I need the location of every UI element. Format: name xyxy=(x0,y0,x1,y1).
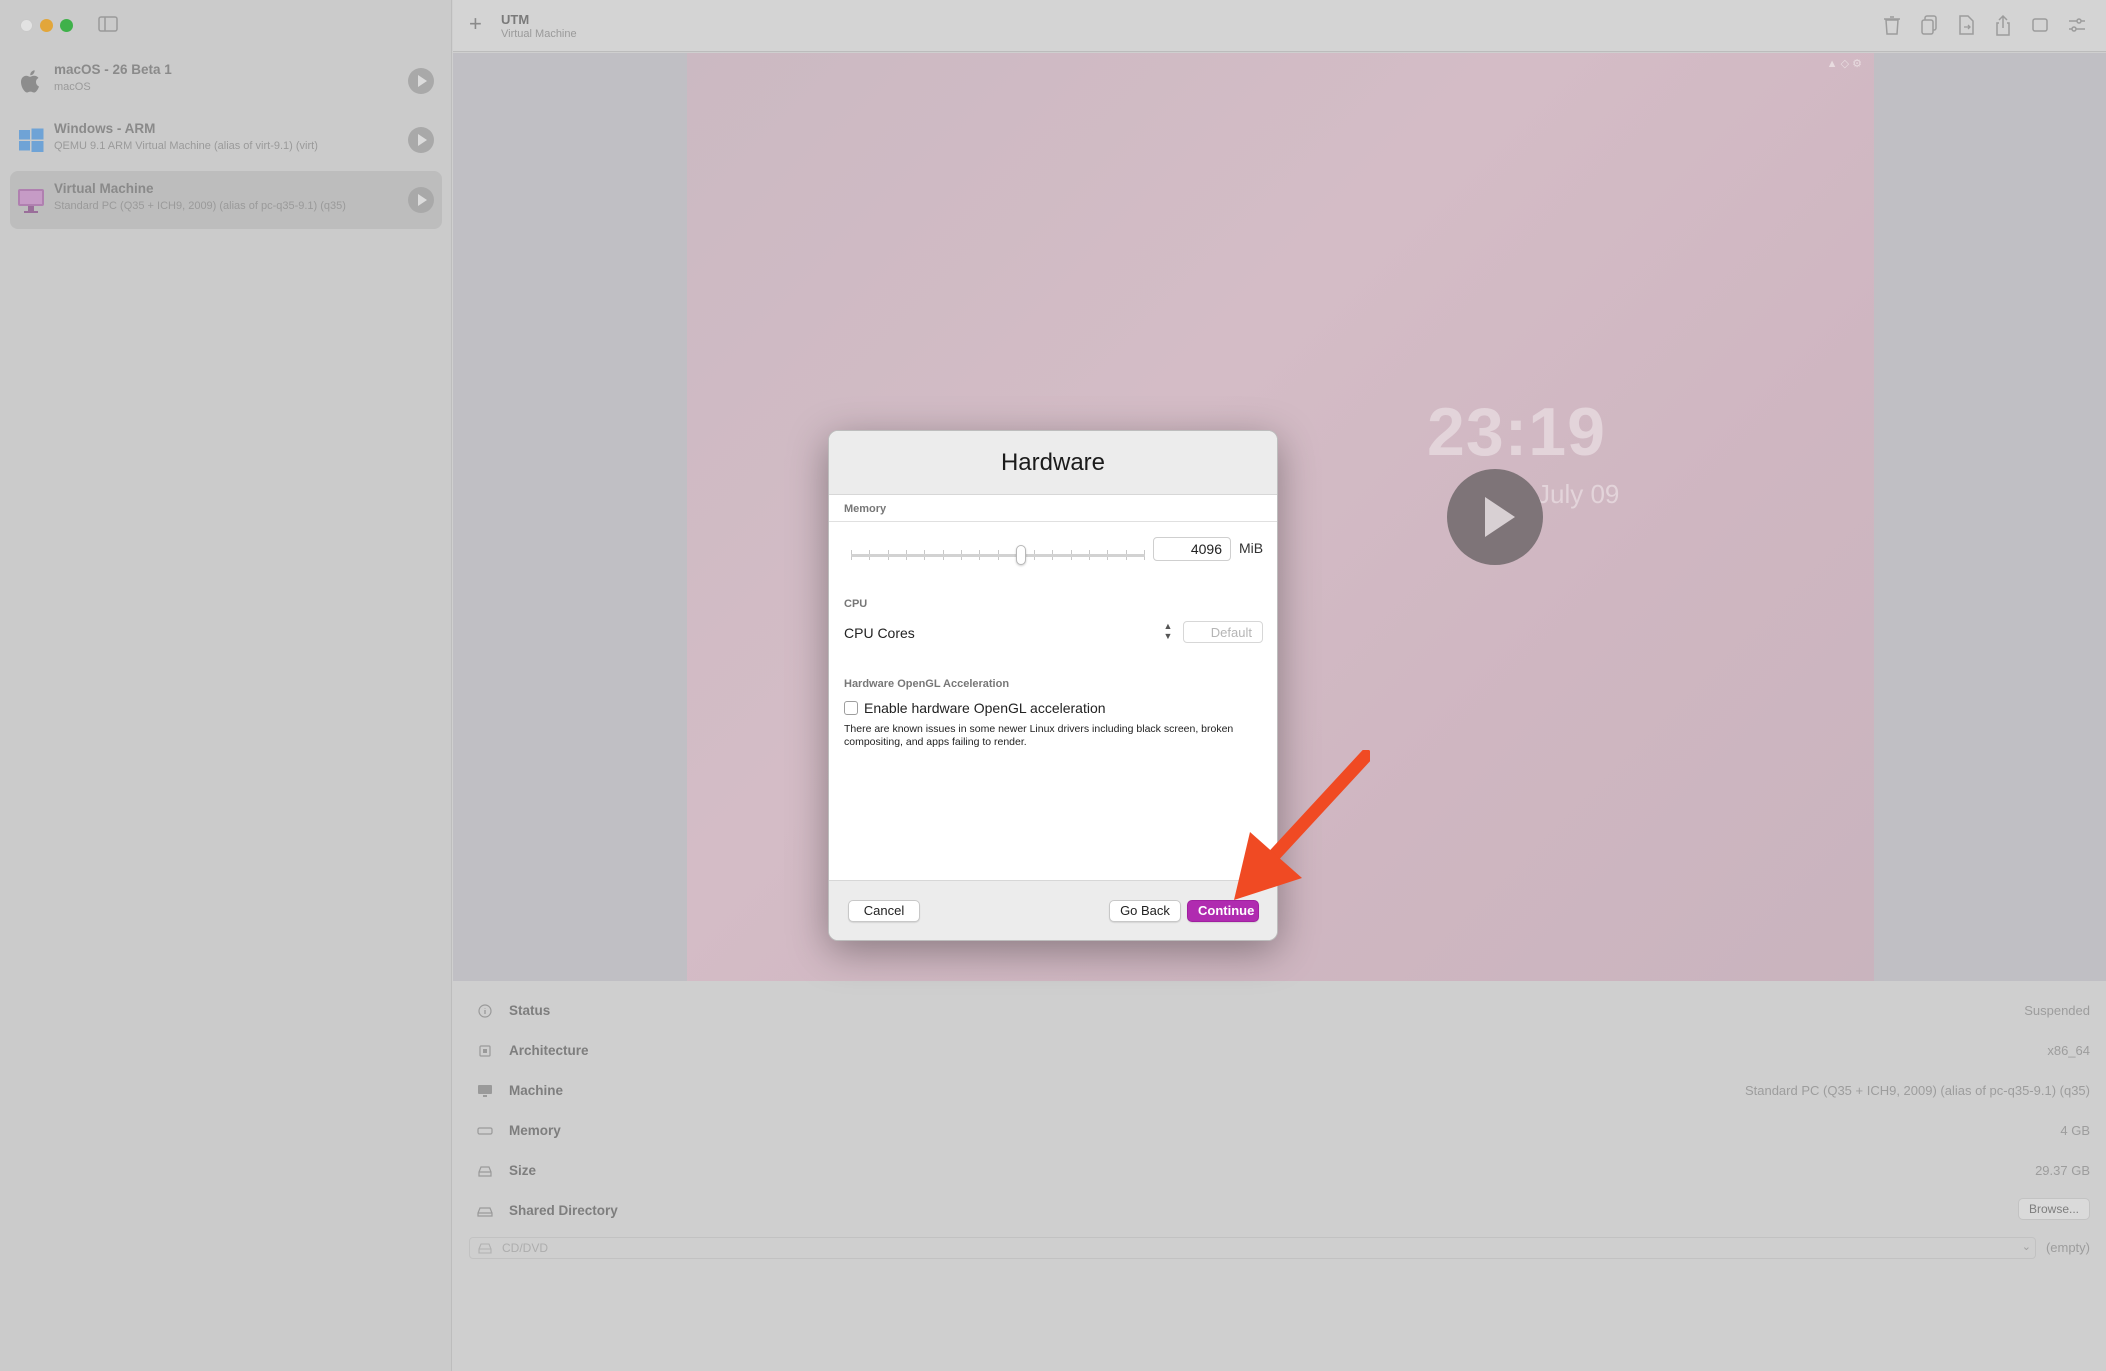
hardware-dialog: Hardware Memory 4096 MiB CPU CPU Cores ▲… xyxy=(828,430,1278,941)
dialog-header: Hardware xyxy=(829,431,1277,495)
detail-row-status: Status Suspended xyxy=(453,998,2106,1028)
divider xyxy=(829,521,1277,522)
display-icon xyxy=(478,1085,492,1097)
memory-input[interactable]: 4096 xyxy=(1153,537,1231,561)
apple-icon xyxy=(21,70,39,93)
detail-value: x86_64 xyxy=(2047,1043,2090,1058)
vm-name: Virtual Machine xyxy=(54,181,154,196)
detail-label: Memory xyxy=(509,1123,561,1138)
chip-icon xyxy=(479,1045,491,1057)
sidebar: macOS - 26 Beta 1 macOS Windows - ARM QE… xyxy=(0,0,452,1371)
detail-label: Status xyxy=(509,1003,551,1018)
browse-button[interactable]: Browse... xyxy=(2017,1198,2090,1220)
vm-list-item-virtual-machine[interactable]: Virtual Machine Standard PC (Q35 + ICH9,… xyxy=(10,171,442,229)
cpu-section-label: CPU xyxy=(844,598,868,610)
dialog-footer: Cancel Go Back Continue xyxy=(829,880,1277,940)
play-vm-button[interactable] xyxy=(408,68,434,94)
memory-icon xyxy=(477,1127,493,1135)
slider-track xyxy=(851,554,1145,557)
go-back-button[interactable]: Go Back xyxy=(1109,900,1181,922)
detail-row-shared-directory: Shared Directory Browse... xyxy=(453,1198,2106,1228)
vm-details: Status Suspended Architecture x86_64 Mac… xyxy=(453,982,2106,1371)
detail-value: Standard PC (Q35 + ICH9, 2009) (alias of… xyxy=(1744,1083,2090,1098)
add-vm-button[interactable]: + xyxy=(469,12,482,36)
disc-drive-icon xyxy=(478,1243,492,1254)
play-vm-button[interactable] xyxy=(408,127,434,153)
cpu-cores-input[interactable]: Default xyxy=(1183,621,1263,643)
move-file-icon[interactable] xyxy=(1957,14,1975,36)
vm-name: macOS - 26 Beta 1 xyxy=(54,62,172,77)
sidebar-toggle-icon[interactable] xyxy=(98,16,118,32)
settings-sliders-icon[interactable] xyxy=(2068,14,2086,36)
window-icon[interactable] xyxy=(2031,14,2049,36)
clone-icon[interactable] xyxy=(1920,14,1938,36)
minimize-window-button[interactable] xyxy=(40,19,53,32)
detail-value: Suspended xyxy=(2024,1003,2090,1018)
stepper-up-icon[interactable]: ▲ xyxy=(1161,621,1175,631)
share-icon[interactable] xyxy=(1994,14,2012,36)
cpu-cores-label: CPU Cores xyxy=(844,625,915,641)
drive-icon xyxy=(478,1166,492,1177)
vm-subtitle: macOS xyxy=(54,81,91,93)
detail-label: Machine xyxy=(509,1083,564,1098)
start-vm-button[interactable] xyxy=(1447,469,1543,565)
detail-row-memory: Memory 4 GB xyxy=(453,1118,2106,1148)
shared-drive-icon xyxy=(477,1207,493,1217)
opengl-note: There are known issues in some newer Lin… xyxy=(844,723,1234,748)
vm-clock: 23:19 xyxy=(1427,394,1606,470)
opengl-section-label: Hardware OpenGL Acceleration xyxy=(844,678,1010,690)
vm-date: July 09 xyxy=(1537,479,1620,509)
play-vm-button[interactable] xyxy=(408,187,434,213)
windows-icon xyxy=(19,128,44,152)
memory-unit: MiB xyxy=(1239,540,1264,556)
vm-list-item-macos[interactable]: macOS - 26 Beta 1 macOS xyxy=(10,52,442,110)
memory-slider[interactable] xyxy=(851,545,1145,565)
maximize-window-button[interactable] xyxy=(60,19,73,32)
window-title: UTM xyxy=(501,12,530,27)
close-window-button[interactable] xyxy=(20,19,33,32)
cd-dvd-label: CD/DVD xyxy=(502,1241,549,1255)
detail-row-architecture: Architecture x86_64 xyxy=(453,1038,2106,1068)
opengl-checkbox-label[interactable]: Enable hardware OpenGL acceleration xyxy=(864,700,1106,716)
stepper-down-icon[interactable]: ▼ xyxy=(1161,631,1175,641)
dialog-title: Hardware xyxy=(1000,449,1106,476)
slider-knob[interactable] xyxy=(1016,545,1026,565)
memory-section-label: Memory xyxy=(844,503,887,515)
vm-name: Windows - ARM xyxy=(54,121,156,136)
trash-icon[interactable] xyxy=(1883,14,1901,36)
vm-subtitle: Standard PC (Q35 + ICH9, 2009) (alias of… xyxy=(54,200,346,212)
vm-subtitle: QEMU 9.1 ARM Virtual Machine (alias of v… xyxy=(54,140,318,152)
cancel-button[interactable]: Cancel xyxy=(848,900,920,922)
chevron-down-icon: ⌄ xyxy=(2021,1241,2031,1253)
detail-row-cd-dvd: CD/DVD ⌄ (empty) xyxy=(453,1237,2106,1267)
opengl-checkbox[interactable] xyxy=(844,701,858,715)
toolbar: + UTM Virtual Machine xyxy=(453,0,2106,52)
detail-label: Size xyxy=(509,1163,537,1178)
cd-dvd-value: (empty) xyxy=(2045,1240,2090,1255)
annotation-arrow-icon xyxy=(1234,750,1370,900)
screen-status-icons: ▲ ◇ ⚙ xyxy=(1826,58,1862,70)
detail-row-machine: Machine Standard PC (Q35 + ICH9, 2009) (… xyxy=(453,1078,2106,1108)
cpu-cores-stepper[interactable]: ▲ ▼ xyxy=(1161,621,1175,643)
window-subtitle: Virtual Machine xyxy=(501,28,577,40)
detail-value: 4 GB xyxy=(2060,1123,2090,1138)
info-icon xyxy=(478,1004,492,1018)
detail-label: Shared Directory xyxy=(509,1203,618,1218)
detail-value: 29.37 GB xyxy=(2035,1163,2090,1178)
detail-row-size: Size 29.37 GB xyxy=(453,1158,2106,1188)
cd-dvd-select[interactable]: CD/DVD ⌄ xyxy=(469,1237,2036,1259)
detail-label: Architecture xyxy=(509,1043,589,1058)
vm-list-item-windows[interactable]: Windows - ARM QEMU 9.1 ARM Virtual Machi… xyxy=(10,111,442,169)
monitor-icon xyxy=(18,189,44,213)
